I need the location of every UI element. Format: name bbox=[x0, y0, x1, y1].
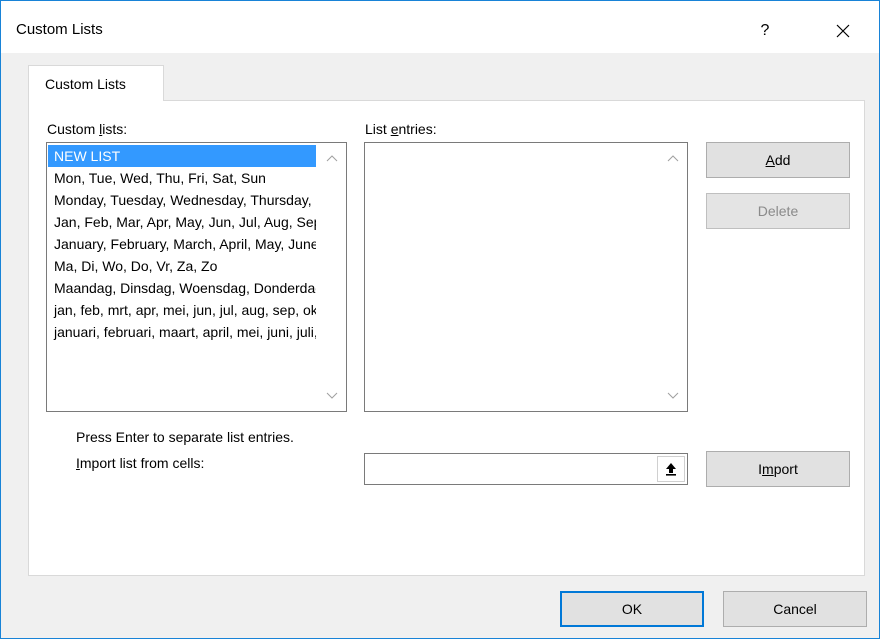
custom-lists-label: Custom lists: bbox=[47, 121, 127, 137]
import-from-cells-label: Import list from cells: bbox=[76, 455, 204, 471]
import-button-accesskey: m bbox=[762, 461, 774, 477]
close-button[interactable] bbox=[821, 15, 865, 47]
collapse-dialog-button[interactable] bbox=[657, 456, 685, 482]
list-item[interactable]: Mon, Tue, Wed, Thu, Fri, Sat, Sun bbox=[48, 167, 316, 189]
list-item[interactable]: Jan, Feb, Mar, Apr, May, Jun, Jul, Aug, … bbox=[48, 211, 316, 233]
import-label-text: mport list from cells: bbox=[79, 455, 205, 471]
list-item[interactable]: Monday, Tuesday, Wednesday, Thursday, Fr… bbox=[48, 189, 316, 211]
import-button-label-end: port bbox=[773, 461, 798, 477]
custom-lists-dialog: Custom Lists ? Custom Lists Custom lists… bbox=[0, 0, 880, 639]
range-select-icon bbox=[666, 463, 676, 476]
enter-hint: Press Enter to separate list entries. bbox=[76, 429, 294, 445]
chevron-up-icon bbox=[667, 155, 679, 162]
list-entries-textarea[interactable] bbox=[364, 142, 688, 412]
custom-lists-listbox[interactable]: NEW LIST Mon, Tue, Wed, Thu, Fri, Sat, S… bbox=[46, 142, 347, 412]
list-entries-label-text-end: ntries: bbox=[398, 121, 437, 137]
list-item[interactable]: jan, feb, mrt, apr, mei, jun, jul, aug, … bbox=[48, 299, 316, 321]
list-item[interactable]: NEW LIST bbox=[48, 145, 316, 167]
dialog-title: Custom Lists bbox=[16, 21, 103, 38]
add-button-label: dd bbox=[774, 152, 791, 168]
chevron-down-icon bbox=[326, 392, 338, 399]
cancel-button[interactable]: Cancel bbox=[723, 591, 867, 627]
list-item[interactable]: Maandag, Dinsdag, Woensdag, Donderdag, V… bbox=[48, 277, 316, 299]
list-item[interactable]: januari, februari, maart, april, mei, ju… bbox=[48, 321, 316, 343]
custom-lists-label-text: Custom bbox=[47, 121, 100, 137]
list-entries-label: List entries: bbox=[365, 121, 437, 137]
custom-lists-items: NEW LIST Mon, Tue, Wed, Thu, Fri, Sat, S… bbox=[48, 145, 316, 343]
custom-lists-label-text-end: ists: bbox=[102, 121, 128, 137]
scroll-up-button[interactable] bbox=[663, 149, 683, 167]
scroll-down-button[interactable] bbox=[663, 387, 683, 405]
title-bar: Custom Lists ? bbox=[1, 1, 879, 53]
help-button[interactable]: ? bbox=[743, 15, 787, 47]
list-item[interactable]: January, February, March, April, May, Ju… bbox=[48, 233, 316, 255]
chevron-up-icon bbox=[326, 155, 338, 162]
import-button[interactable]: Im port bbox=[706, 451, 850, 487]
add-button[interactable]: Add bbox=[706, 142, 850, 178]
list-item[interactable]: Ma, Di, Wo, Do, Vr, Za, Zo bbox=[48, 255, 316, 277]
add-button-accesskey: A bbox=[765, 152, 775, 168]
list-entries-label-text: List bbox=[365, 121, 391, 137]
chevron-down-icon bbox=[667, 392, 679, 399]
scroll-up-button[interactable] bbox=[322, 149, 342, 167]
import-range-input[interactable] bbox=[364, 453, 688, 485]
close-icon bbox=[836, 24, 850, 38]
delete-button[interactable]: Delete bbox=[706, 193, 850, 229]
tab-custom-lists[interactable]: Custom Lists bbox=[28, 65, 164, 101]
scroll-down-button[interactable] bbox=[322, 387, 342, 405]
ok-button[interactable]: OK bbox=[560, 591, 704, 627]
